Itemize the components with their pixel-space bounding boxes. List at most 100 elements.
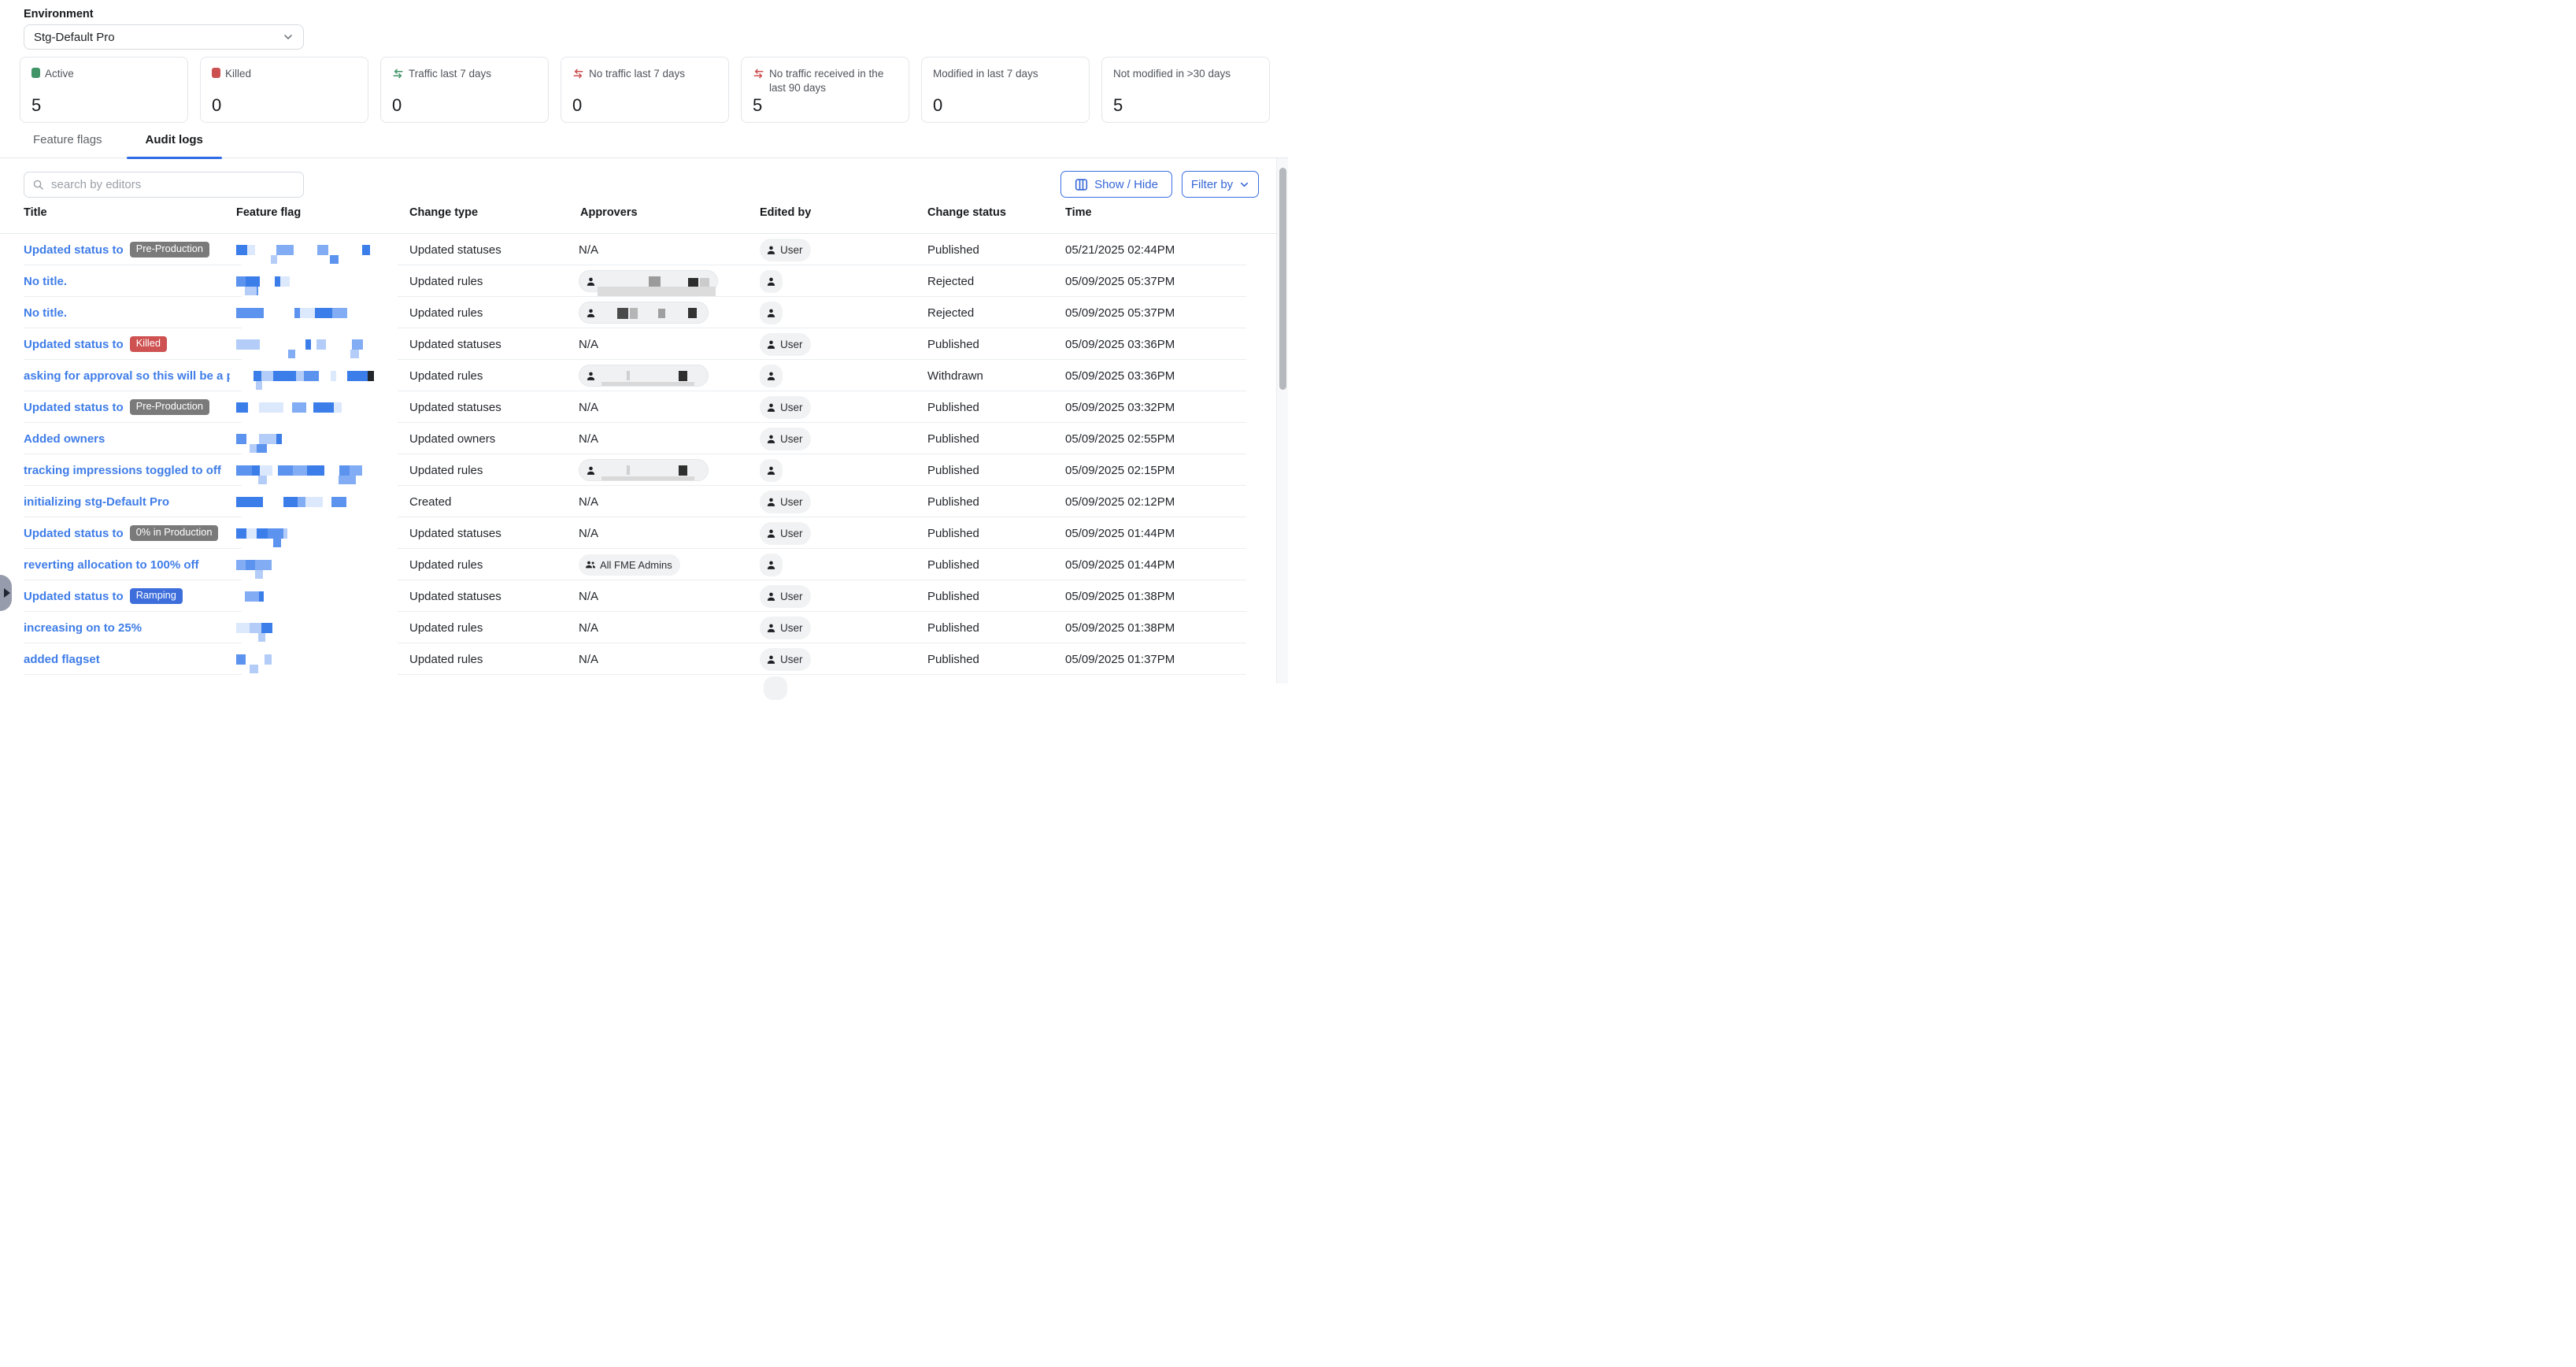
- search-input[interactable]: [50, 177, 295, 192]
- feature-flag-redacted: [236, 402, 354, 413]
- cell-feature-flag: [236, 234, 402, 265]
- feature-flag-redacted: [236, 591, 264, 602]
- stat-card-label-text: Not modified in >30 days: [1113, 67, 1231, 81]
- cell-feature-flag: [236, 517, 402, 549]
- no-traffic-arrows-icon: [572, 68, 584, 80]
- person-icon: [766, 497, 776, 507]
- cell-time: 05/09/2025 03:32PM: [1065, 391, 1274, 423]
- cell-change-type: Updated rules: [409, 454, 575, 486]
- edited-by-user-pill: User: [760, 585, 811, 608]
- table-row: No title.Updated rulesRejected05/09/2025…: [0, 265, 1288, 297]
- filter-by-button[interactable]: Filter by: [1182, 171, 1259, 198]
- edited-by-label: User: [780, 528, 803, 539]
- cell-approvers: N/A: [579, 423, 756, 454]
- cell-approvers: N/A: [579, 612, 756, 643]
- cell-edited-by: User: [760, 486, 923, 517]
- edited-by-user-pill: User: [760, 522, 811, 545]
- cell-change-type: Updated rules: [409, 265, 575, 297]
- column-header-title: Title: [24, 206, 47, 219]
- cell-approvers: All FME Admins: [579, 549, 756, 580]
- stat-card-label-text: Active: [45, 67, 74, 81]
- columns-icon: [1075, 178, 1088, 191]
- cell-title: asking for approval so this will be a pe: [24, 360, 230, 391]
- cell-approvers: N/A: [579, 328, 756, 360]
- feature-flag-redacted: [236, 465, 362, 476]
- cell-time: 05/09/2025 03:36PM: [1065, 328, 1274, 360]
- cell-change-status: Published: [927, 580, 1061, 612]
- cell-edited-by: User: [760, 328, 923, 360]
- people-icon: [585, 559, 596, 570]
- status-badge: Ramping: [130, 588, 183, 604]
- edited-by-avatar-pill: [760, 302, 783, 324]
- cell-change-type: Updated rules: [409, 297, 575, 328]
- cell-time: 05/09/2025 02:15PM: [1065, 454, 1274, 486]
- cell-title: tracking impressions toggled to off: [24, 454, 230, 486]
- scrollbar-track: [1276, 158, 1288, 684]
- approvers-group-pill: All FME Admins: [579, 554, 680, 576]
- person-icon: [766, 465, 776, 476]
- cell-feature-flag: [236, 360, 402, 391]
- audit-title-link[interactable]: increasing on to 25%: [24, 621, 142, 635]
- cell-title: added flagset: [24, 643, 230, 675]
- scrollbar-thumb[interactable]: [1279, 168, 1286, 390]
- feature-flag-redacted: [236, 371, 374, 381]
- stat-card: Killed0: [200, 57, 368, 123]
- stat-card-value: 0: [392, 95, 402, 116]
- edited-by-avatar-pill: [760, 365, 783, 387]
- cell-change-type: Updated statuses: [409, 580, 575, 612]
- status-badge: Pre-Production: [130, 242, 209, 257]
- cell-change-status: Published: [927, 423, 1061, 454]
- cell-edited-by: User: [760, 643, 923, 675]
- person-icon: [766, 528, 776, 539]
- cell-change-type: Updated rules: [409, 612, 575, 643]
- audit-title-link[interactable]: Updated status to: [24, 590, 124, 603]
- cell-approvers: N/A: [579, 580, 756, 612]
- audit-title-link[interactable]: initializing stg-Default Pro: [24, 495, 169, 509]
- table-row: tracking impressions toggled to off Updat…: [0, 454, 1288, 486]
- cell-time: 05/21/2025 02:44PM: [1065, 234, 1274, 265]
- approvers-group-label: All FME Admins: [600, 559, 672, 571]
- stat-card-label-text: No traffic received in the last 90 days: [769, 67, 898, 95]
- environment-value: Stg-Default Pro: [34, 31, 115, 44]
- cell-change-type: Updated rules: [409, 643, 575, 675]
- cell-change-type: Updated statuses: [409, 391, 575, 423]
- cell-time: 05/09/2025 05:37PM: [1065, 265, 1274, 297]
- audit-title-link[interactable]: asking for approval so this will be a pe: [24, 369, 230, 383]
- audit-title-link[interactable]: reverting allocation to 100% off: [24, 558, 199, 572]
- feature-flag-redacted: [236, 276, 291, 287]
- audit-title-link[interactable]: Updated status to: [24, 527, 124, 540]
- audit-title-link[interactable]: Added owners: [24, 432, 105, 446]
- cell-feature-flag: [236, 612, 402, 643]
- environment-select[interactable]: Stg-Default Pro: [24, 24, 304, 50]
- stat-card: No traffic received in the last 90 days5: [741, 57, 909, 123]
- show-hide-button[interactable]: Show / Hide: [1060, 171, 1172, 198]
- cell-edited-by: User: [760, 234, 923, 265]
- audit-title-link[interactable]: No title.: [24, 275, 67, 288]
- cell-feature-flag: [236, 265, 402, 297]
- audit-title-link[interactable]: added flagset: [24, 653, 100, 666]
- search-box[interactable]: [24, 172, 304, 198]
- edited-by-user-pill: User: [760, 396, 811, 419]
- stat-card-value: 5: [1113, 95, 1123, 116]
- audit-title-link[interactable]: Updated status to: [24, 243, 124, 257]
- audit-title-link[interactable]: Updated status to: [24, 401, 124, 414]
- tab-audit-logs[interactable]: Audit logs: [127, 133, 222, 157]
- cell-change-status: Published: [927, 517, 1061, 549]
- active-square-icon: [31, 68, 40, 78]
- audit-title-link[interactable]: Updated status to: [24, 338, 124, 351]
- edited-by-avatar-pill: [760, 554, 783, 576]
- cell-change-status: Withdrawn: [927, 360, 1061, 391]
- tab-feature-flags[interactable]: Feature flags: [14, 133, 121, 157]
- edited-by-label: User: [780, 244, 803, 256]
- audit-title-link[interactable]: No title.: [24, 306, 67, 320]
- approvers-redacted-pill: [579, 365, 709, 387]
- cell-time: 05/09/2025 02:12PM: [1065, 486, 1274, 517]
- cell-change-type: Updated rules: [409, 360, 575, 391]
- cell-edited-by: [760, 360, 923, 391]
- cell-edited-by: [760, 549, 923, 580]
- person-icon: [766, 276, 776, 287]
- column-header-approvers: Approvers: [580, 206, 638, 219]
- traffic-arrows-icon: [392, 68, 404, 80]
- audit-title-link[interactable]: tracking impressions toggled to off: [24, 464, 221, 477]
- filter-by-label: Filter by: [1191, 178, 1233, 191]
